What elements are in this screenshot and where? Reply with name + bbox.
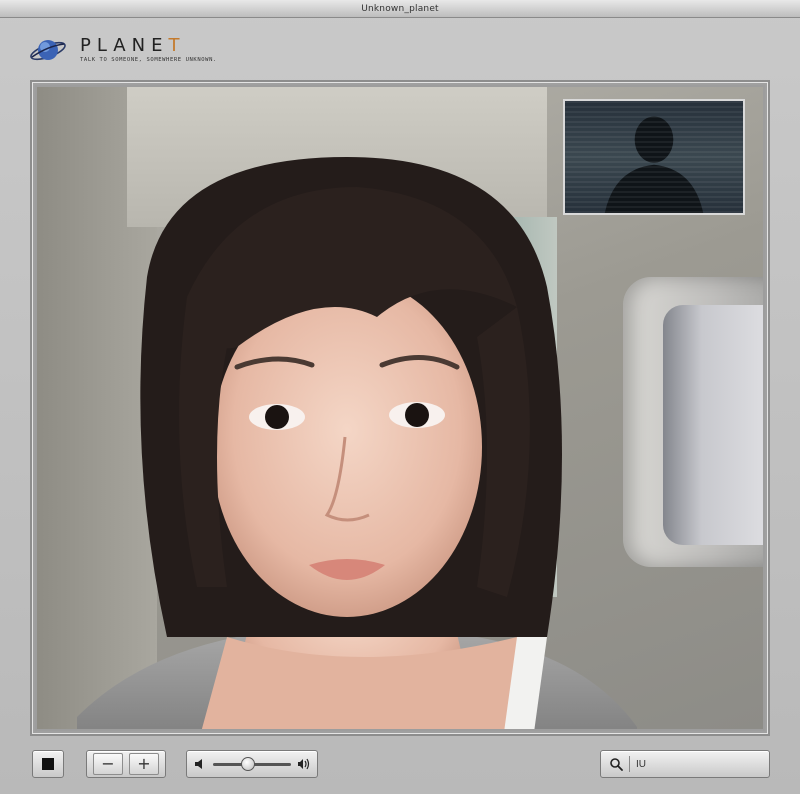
stop-button[interactable]: [32, 750, 64, 778]
brand-name-main: PLANE: [80, 35, 169, 56]
zoom-out-button[interactable]: −: [93, 753, 123, 775]
zoom-controls: − +: [86, 750, 166, 778]
brand-header: PLANET TALK TO SOMEONE, SOMEWHERE UNKNOW…: [28, 32, 217, 68]
brand-tagline: TALK TO SOMEONE, SOMEWHERE UNKNOWN.: [80, 57, 217, 63]
stop-icon: [42, 758, 54, 770]
remote-video-feed: [37, 87, 763, 729]
call-controls-bar: − +: [0, 744, 800, 784]
zoom-in-button[interactable]: +: [129, 753, 159, 775]
self-view-scanlines: [565, 101, 743, 213]
search-icon: [610, 758, 623, 771]
video-call-frame: [30, 80, 770, 736]
speaker-low-icon: [195, 759, 202, 769]
volume-control: [186, 750, 318, 778]
volume-slider-thumb[interactable]: [241, 756, 256, 771]
video-bg-appliance-door: [663, 305, 763, 545]
self-view-thumbnail[interactable]: [563, 99, 745, 215]
speaker-high-icon: [298, 758, 310, 770]
video-bg-appliance: [623, 277, 763, 567]
window-title: Unknown_planet: [361, 3, 439, 14]
window-titlebar: Unknown_planet: [0, 0, 800, 18]
search-input[interactable]: [636, 758, 746, 770]
search-divider: [629, 756, 630, 772]
brand-name-accent: T: [168, 35, 186, 56]
brand-name: PLANET: [80, 37, 217, 55]
planet-logo-icon: [30, 40, 66, 61]
volume-slider-track[interactable]: [213, 756, 291, 771]
search-box: [600, 750, 770, 778]
remote-person-image: [77, 157, 637, 729]
